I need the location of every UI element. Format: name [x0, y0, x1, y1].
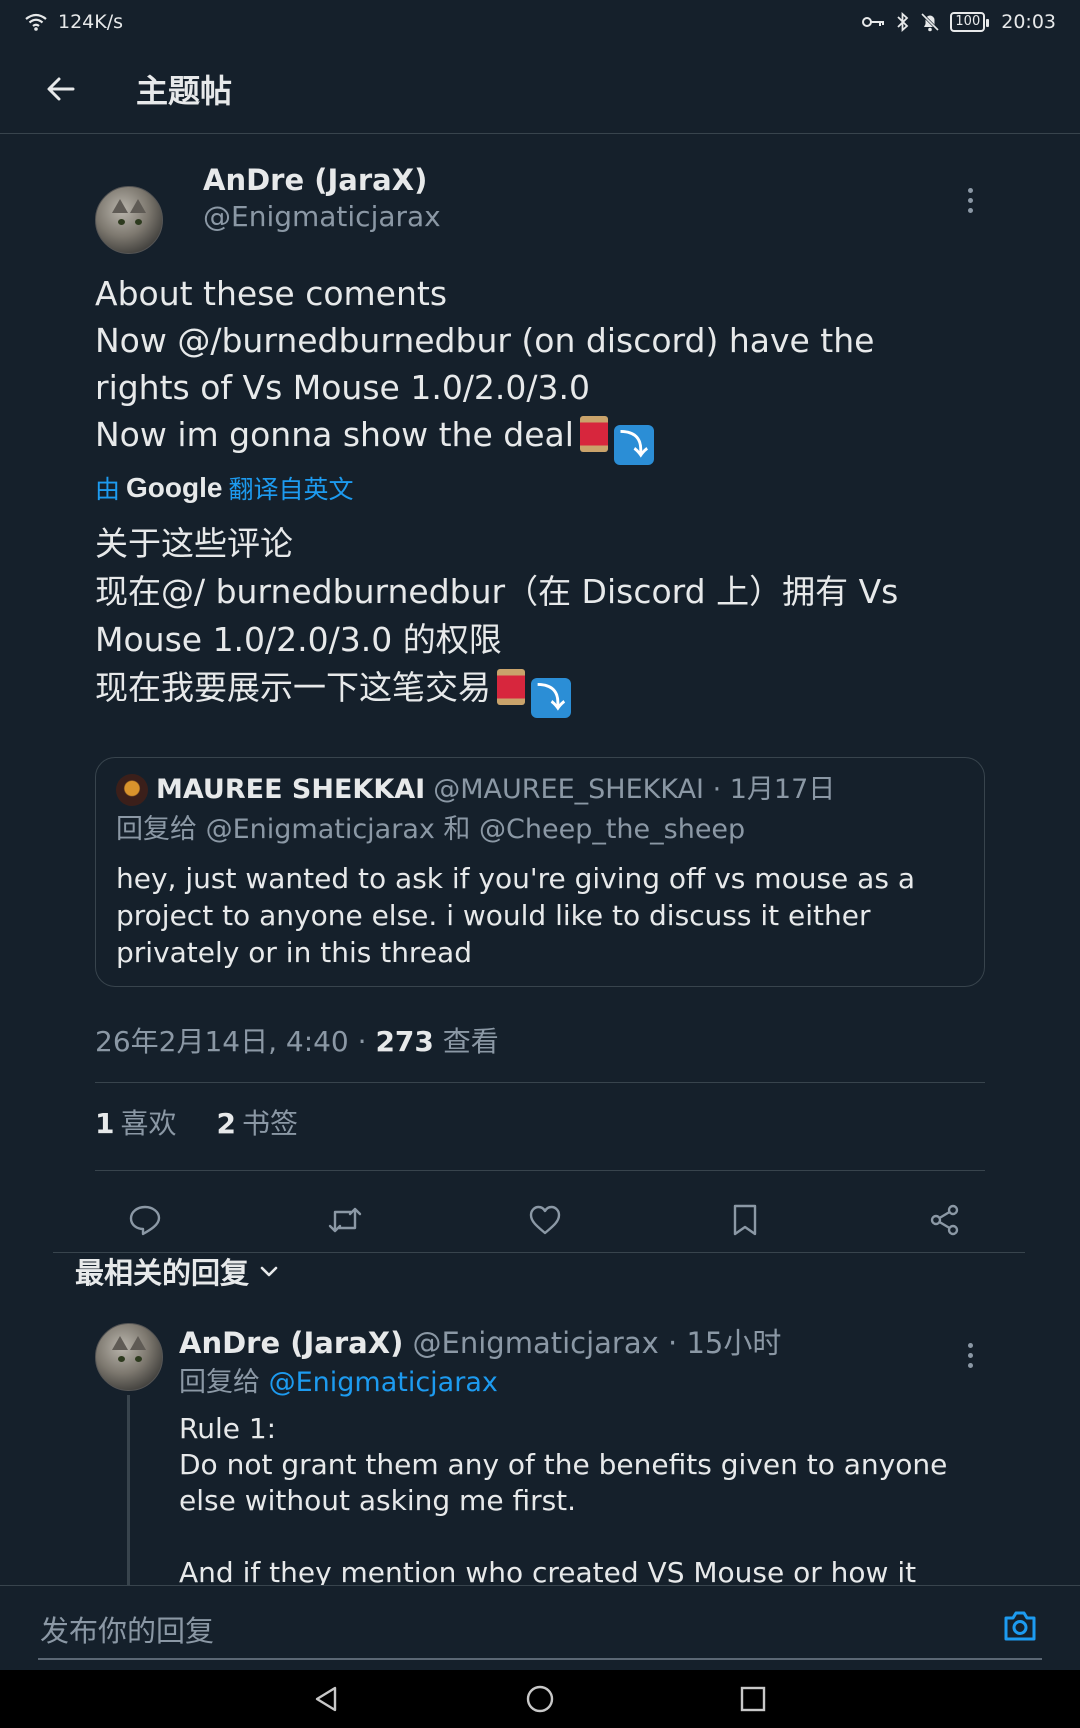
tweet-actions — [95, 1190, 985, 1250]
replies-sort-dropdown[interactable]: 最相关的回复 — [75, 1250, 279, 1292]
translated-line: 现在我要展示一下这笔交易 — [95, 668, 491, 707]
tweet-line: About these coments — [95, 274, 448, 313]
likes-count: 1 — [95, 1107, 115, 1140]
translated-line: Mouse 1.0/2.0/3.0 的权限 — [95, 620, 502, 659]
more-options-button[interactable] — [955, 1335, 985, 1375]
arrow-down-emoji-icon: ⤵ — [613, 425, 654, 465]
google-logo: Google — [126, 472, 223, 503]
bookmarks-stat[interactable]: 2 书签 — [217, 1102, 299, 1142]
camera-icon[interactable] — [1000, 1606, 1040, 1646]
bluetooth-icon — [897, 12, 909, 32]
nav-home-button[interactable] — [515, 1674, 565, 1724]
reply-button[interactable] — [115, 1190, 175, 1250]
top-app-bar: 主题帖 — [0, 44, 1080, 134]
triangle-back-icon — [315, 1686, 336, 1712]
retweet-icon — [328, 1207, 362, 1233]
timestamp-text: 26年2月14日, 4:40 · — [95, 1025, 376, 1058]
quote-handle-date: @MAUREE_SHEKKAI · 1月17日 — [433, 774, 836, 805]
thread-spool-emoji-icon — [497, 669, 525, 705]
wifi-icon — [25, 13, 47, 31]
divider — [95, 1082, 985, 1083]
system-nav-bar — [0, 1670, 1080, 1728]
views-label: 查看 — [433, 1025, 499, 1058]
quote-author-name: MAUREE SHEKKAI — [156, 774, 426, 805]
network-speed: 124K/s — [58, 11, 124, 33]
quote-line: hey, just wanted to ask if you're giving… — [116, 862, 915, 895]
back-arrow-icon — [47, 77, 75, 100]
reply-handle-time: @Enigmaticjarax · 15小时 — [403, 1326, 782, 1360]
translated-line: 现在@/ burnedburnedbur（在 Discord 上）拥有 Vs — [95, 572, 899, 611]
key-icon — [862, 17, 885, 27]
status-bar: 124K/s 100 20:03 — [0, 0, 1080, 44]
tweet-text: About these coments Now @/burnedburnedbu… — [95, 270, 985, 465]
chevron-down-icon — [260, 1266, 278, 1277]
reply-line: Do not grant them any of the benefits gi… — [179, 1448, 948, 1481]
reply-icon — [129, 1205, 161, 1236]
quote-text: hey, just wanted to ask if you're giving… — [116, 860, 964, 971]
more-options-button[interactable] — [955, 180, 985, 220]
views-count[interactable]: 273 — [375, 1025, 433, 1058]
battery-icon: 100 — [950, 12, 990, 32]
tweet-author[interactable]: AnDre (JaraX) @Enigmaticjarax — [203, 160, 441, 234]
quote-line: privately or in this thread — [116, 936, 472, 969]
likes-label: 喜欢 — [120, 1107, 177, 1140]
engagement-stats: 1 喜欢 2 书签 — [95, 1102, 298, 1142]
retweet-button[interactable] — [315, 1190, 375, 1250]
translated-line: 关于这些评论 — [95, 524, 293, 563]
clock: 20:03 — [1001, 11, 1056, 33]
avatar[interactable] — [95, 186, 163, 254]
like-button[interactable] — [515, 1190, 575, 1250]
nav-back-button[interactable] — [302, 1674, 352, 1724]
likes-stat[interactable]: 1 喜欢 — [95, 1102, 177, 1142]
reply-line: else without asking me first. — [179, 1484, 577, 1517]
tweet-timestamp: 26年2月14日, 4:40 · 273 查看 — [95, 1020, 499, 1060]
reply-text: Rule 1: Do not grant them any of the ben… — [179, 1411, 969, 1585]
reply-input[interactable]: 发布你的回复 — [40, 1608, 214, 1650]
reply-line — [179, 1519, 969, 1555]
reply-line: And if they mention who created VS Mouse… — [179, 1556, 917, 1585]
divider — [95, 1170, 985, 1171]
arrow-down-emoji-icon: ⤵ — [531, 678, 571, 718]
reply-to-line: 回复给 @Enigmaticjarax — [179, 1365, 498, 1401]
translation-attribution[interactable]: 由 Google 翻译自英文 — [95, 470, 353, 506]
square-recents-icon — [741, 1686, 766, 1712]
translate-prefix: 由 — [95, 475, 121, 504]
nav-recents-button[interactable] — [728, 1674, 778, 1724]
quote-reply-to: 回复给 @Enigmaticjarax 和 @Cheep_the_sheep — [116, 814, 746, 845]
tweet-line: Now @/burnedburnedbur (on discord) have … — [95, 321, 875, 360]
translated-text: 关于这些评论 现在@/ burnedburnedbur（在 Discord 上）… — [95, 520, 985, 718]
author-handle[interactable]: @Enigmaticjarax — [203, 200, 441, 234]
quoted-tweet[interactable]: MAUREE SHEKKAI @MAUREE_SHEKKAI · 1月17日 回… — [95, 757, 985, 987]
page-title: 主题帖 — [136, 71, 233, 110]
bookmark-icon — [733, 1204, 757, 1236]
avatar[interactable] — [95, 1323, 163, 1391]
reply-to-prefix: 回复给 — [179, 1367, 269, 1398]
reply-line: Rule 1: — [179, 1412, 277, 1445]
reply-author-name[interactable]: AnDre (JaraX) — [179, 1326, 403, 1360]
bookmarks-count: 2 — [216, 1107, 236, 1140]
thread-spool-emoji-icon — [579, 416, 608, 452]
back-button[interactable] — [26, 54, 96, 124]
share-button[interactable] — [915, 1190, 975, 1250]
circle-home-icon — [526, 1685, 554, 1713]
reply-to-handle-link[interactable]: @Enigmaticjarax — [269, 1367, 498, 1398]
translate-suffix: 翻译自英文 — [228, 475, 354, 504]
share-icon — [930, 1204, 959, 1236]
author-name[interactable]: AnDre (JaraX) — [203, 160, 441, 200]
mute-bell-icon — [921, 12, 940, 32]
quote-line: project to anyone else. i would like to … — [116, 899, 871, 932]
tweet-line: rights of Vs Mouse 1.0/2.0/3.0 — [95, 368, 591, 407]
input-underline — [38, 1658, 1042, 1660]
tweet-line: Now im gonna show the deal — [95, 415, 574, 454]
thread-scroll-area[interactable]: AnDre (JaraX) @Enigmaticjarax About thes… — [0, 135, 1080, 1585]
replies-sort-label: 最相关的回复 — [75, 1256, 250, 1290]
thread-connector — [127, 1395, 130, 1585]
quote-avatar — [116, 774, 148, 806]
heart-icon — [529, 1205, 561, 1235]
bookmarks-label: 书签 — [241, 1107, 298, 1140]
bookmark-button[interactable] — [715, 1190, 775, 1250]
reply-composer: 发布你的回复 — [0, 1585, 1080, 1670]
